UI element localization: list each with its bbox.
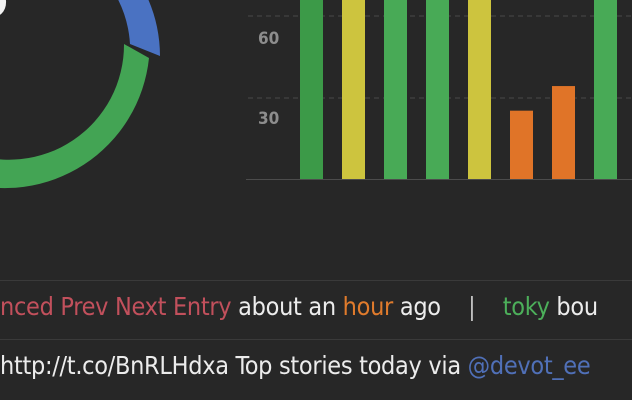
ticker-top-segment: hour bbox=[342, 292, 394, 321]
top-divider bbox=[0, 280, 632, 281]
bars-group bbox=[300, 0, 617, 180]
ticker-top-segment: bou bbox=[549, 292, 598, 321]
bar-2 bbox=[342, 0, 365, 180]
dashboard: 5 60 30 nced Prev Next Entry about an ho… bbox=[0, 0, 632, 400]
ticker-top-segment: about an bbox=[231, 292, 343, 321]
ticker-bottom-segment: http://t.co/BnRLHdxa Top stories today v… bbox=[0, 351, 468, 380]
news-ticker-top: nced Prev Next Entry about an hour ago |… bbox=[0, 292, 598, 321]
bottom-divider bbox=[0, 339, 632, 340]
y-tick-label-30: 30 bbox=[258, 109, 279, 129]
ticker-bottom-segment[interactable]: @devot_ee bbox=[468, 351, 591, 380]
news-ticker-bottom: http://t.co/BnRLHdxa Top stories today v… bbox=[0, 351, 591, 380]
ticker-top-segment: | bbox=[440, 292, 503, 321]
bar-1 bbox=[300, 0, 323, 180]
bar-5 bbox=[468, 0, 491, 180]
bar-8 bbox=[594, 0, 617, 180]
ticker-top-segment: toky bbox=[502, 292, 550, 321]
bar-3 bbox=[384, 0, 407, 180]
bar-4 bbox=[426, 0, 449, 180]
y-tick-label-60: 60 bbox=[258, 29, 279, 49]
ticker-top-segment: nced Prev Next Entry bbox=[0, 292, 232, 321]
bar-6 bbox=[510, 110, 533, 179]
bar-chart: 60 30 bbox=[246, 0, 632, 180]
ticker-top-segment: ago bbox=[393, 292, 441, 321]
bar-7 bbox=[552, 86, 575, 179]
